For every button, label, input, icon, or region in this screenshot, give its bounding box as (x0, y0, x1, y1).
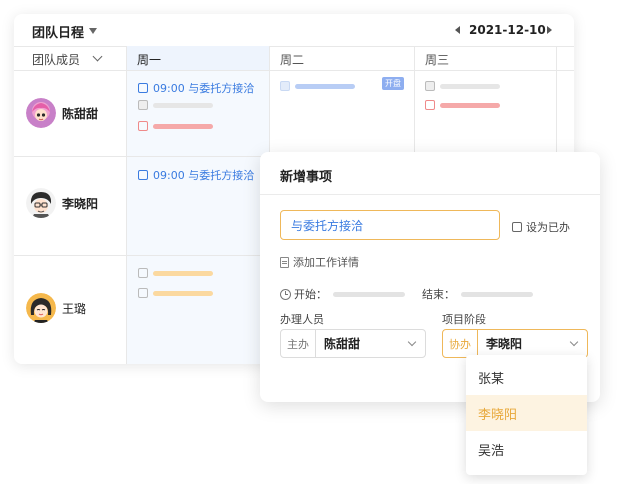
task-placeholder[interactable] (425, 81, 500, 91)
mark-done-toggle[interactable]: 设为已办 (512, 219, 570, 235)
task-checkbox[interactable] (138, 83, 148, 93)
start-label: 开始： (294, 288, 327, 301)
prev-date-icon[interactable] (455, 26, 460, 34)
task-bar (153, 123, 213, 129)
select-value: 陈甜甜 (324, 337, 361, 351)
task-label: 09:00 与委托方接洽 (153, 169, 255, 182)
task-checkbox[interactable] (425, 100, 435, 110)
chevron-down-icon (407, 337, 417, 347)
select-prefix: 主办 (281, 330, 316, 357)
assist-dropdown-menu: 张某 李晓阳 吴浩 (466, 355, 587, 475)
task-placeholder[interactable] (138, 121, 213, 131)
select-prefix: 协办 (443, 330, 478, 357)
task-checkbox[interactable] (280, 81, 290, 91)
add-detail-link[interactable]: 添加工作详情 (280, 254, 359, 270)
task-bar (153, 290, 213, 296)
divider (260, 194, 600, 195)
task-checkbox[interactable] (138, 170, 148, 180)
status-badge: 开盘 (382, 77, 404, 90)
assist-handler-select[interactable]: 协办 李晓阳 (442, 329, 588, 358)
schedule-title[interactable]: 团队日程 (32, 22, 84, 41)
task-placeholder[interactable] (138, 100, 213, 110)
task-label: 09:00 与委托方接洽 (153, 82, 255, 95)
task-title-input[interactable] (280, 210, 500, 240)
task-checkbox[interactable] (425, 81, 435, 91)
member-row-2[interactable]: 李晓阳 (26, 188, 98, 218)
boy-glasses-avatar (26, 188, 56, 218)
task-bar (440, 102, 500, 108)
girl-pink-hair-avatar (26, 98, 56, 128)
current-date: 2021-12-10 (469, 23, 546, 37)
task-bar (440, 83, 500, 89)
task-checkbox[interactable] (138, 268, 148, 278)
end-label: 结束： (422, 288, 455, 301)
task-item[interactable]: 09:00 与委托方接洽 (138, 80, 254, 96)
day-header-mon: 周一 (127, 46, 269, 70)
select-value: 李晓阳 (486, 337, 523, 351)
member-name: 王璐 (62, 301, 87, 316)
chevron-down-icon[interactable] (92, 51, 103, 62)
girl-black-hair-avatar (26, 293, 56, 323)
task-placeholder[interactable] (138, 288, 213, 298)
task-checkbox[interactable] (138, 288, 148, 298)
task-placeholder[interactable] (425, 100, 500, 110)
task-checkbox[interactable] (138, 100, 148, 110)
start-value-placeholder (333, 291, 405, 297)
chevron-down-icon (569, 337, 579, 347)
start-time-field[interactable]: 开始： (280, 286, 405, 302)
task-bar (153, 102, 213, 108)
task-placeholder[interactable] (280, 81, 355, 91)
document-icon (280, 256, 289, 268)
task-bar (153, 270, 213, 276)
schedule-header: 团队日程 2021-12-10 (14, 14, 574, 46)
mark-done-checkbox[interactable] (512, 222, 522, 232)
dropdown-option-selected[interactable]: 李晓阳 (466, 395, 587, 431)
task-placeholder[interactable] (138, 268, 213, 278)
add-detail-label: 添加工作详情 (293, 256, 359, 269)
task-bar (295, 83, 355, 89)
title-dropdown-icon[interactable] (89, 28, 97, 34)
member-name: 李晓阳 (62, 196, 99, 211)
task-item[interactable]: 09:00 与委托方接洽 (138, 167, 254, 183)
end-time-field[interactable]: 结束： (422, 286, 533, 302)
member-row-1[interactable]: 陈甜甜 (26, 98, 98, 128)
dropdown-option[interactable]: 吴浩 (466, 431, 587, 467)
dialog-title: 新增事项 (280, 170, 333, 185)
clock-icon (280, 288, 291, 300)
handler-label: 办理人员 (280, 313, 324, 326)
stage-label: 项目阶段 (442, 313, 486, 326)
dropdown-option[interactable]: 张某 (466, 359, 587, 395)
day-header-wed: 周三 (425, 53, 450, 67)
task-checkbox[interactable] (138, 121, 148, 131)
main-handler-select[interactable]: 主办 陈甜甜 (280, 329, 426, 358)
member-row-3[interactable]: 王璐 (26, 293, 86, 323)
day-header-tue: 周二 (280, 53, 305, 67)
member-column-header[interactable]: 团队成员 (32, 51, 80, 68)
end-value-placeholder (461, 291, 533, 297)
member-name: 陈甜甜 (62, 106, 99, 121)
mark-done-label: 设为已办 (526, 221, 570, 234)
next-date-icon[interactable] (547, 26, 552, 34)
